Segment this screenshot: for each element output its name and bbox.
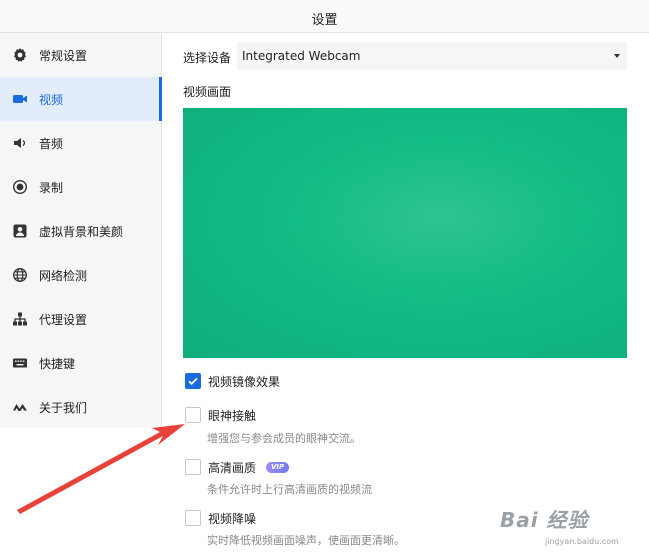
sidebar-item-label: 常规设置	[39, 48, 88, 63]
portrait-icon	[12, 223, 28, 239]
hd-quality-option[interactable]: 高清画质 VIP	[185, 459, 290, 475]
camera-device-select[interactable]: Integrated Webcam	[237, 42, 627, 70]
mirror-video-checkbox[interactable]	[185, 373, 201, 389]
checkmark-icon	[188, 377, 198, 386]
video-preview-label: 视频画面	[183, 85, 232, 99]
video-denoise-option[interactable]: 视频降噪	[185, 510, 256, 526]
sidebar-item-label: 快捷键	[39, 356, 76, 371]
sidebar-item-label: 网络检测	[39, 268, 88, 283]
eye-contact-description: 增强您与参会成员的眼神交流。	[207, 432, 361, 445]
sidebar-item-label: 录制	[39, 180, 64, 195]
watermark-url: jingyan.baidu.com	[545, 537, 619, 546]
sidebar-item-record[interactable]: 录制	[0, 165, 162, 209]
eye-contact-option[interactable]: 眼神接触	[185, 407, 256, 423]
speaker-icon	[12, 135, 28, 151]
video-denoise-description: 实时降低视频画面噪声，使画面更清晰。	[207, 534, 405, 547]
sidebar-item-label: 音频	[39, 136, 64, 151]
device-select-label: 选择设备	[183, 51, 232, 65]
globe-icon	[12, 267, 28, 283]
sidebar-item-label: 关于我们	[39, 400, 88, 415]
gear-icon	[12, 47, 28, 63]
dropdown-arrow-icon	[614, 54, 620, 58]
selected-camera-value: Integrated Webcam	[242, 49, 361, 63]
hd-quality-description: 条件允许时上行高清画质的视频流	[207, 483, 372, 496]
video-settings-panel: 选择设备 Integrated Webcam 视频画面 视频镜像效果 眼神接触 …	[163, 33, 649, 558]
keyboard-icon	[12, 355, 28, 371]
video-denoise-label: 视频降噪	[208, 511, 257, 526]
sidebar-item-network-check[interactable]: 网络检测	[0, 253, 162, 297]
sidebar-item-proxy[interactable]: 代理设置	[0, 297, 162, 341]
sidebar-item-virtual-background[interactable]: 虚拟背景和美颜	[0, 209, 162, 253]
video-preview	[183, 108, 627, 358]
network-tree-icon	[12, 311, 28, 327]
sidebar-item-shortcuts[interactable]: 快捷键	[0, 341, 162, 385]
video-camera-icon	[12, 91, 28, 107]
eye-contact-label: 眼神接触	[208, 408, 257, 423]
sidebar-item-video[interactable]: 视频	[0, 77, 162, 121]
mirror-video-label: 视频镜像效果	[208, 374, 281, 389]
mirror-video-option[interactable]: 视频镜像效果	[185, 373, 280, 389]
sidebar-item-about[interactable]: 关于我们	[0, 385, 162, 429]
hd-quality-checkbox[interactable]	[185, 459, 201, 475]
tencent-meeting-logo-icon	[12, 399, 28, 415]
sidebar-item-audio[interactable]: 音频	[0, 121, 162, 165]
sidebar-item-label: 虚拟背景和美颜	[39, 224, 124, 239]
vip-badge: VIP	[266, 461, 290, 473]
watermark-logo: Bai 经验	[500, 508, 589, 532]
sidebar-item-label: 代理设置	[39, 312, 88, 327]
sidebar-item-label: 视频	[39, 92, 64, 107]
title-bar: 设置	[0, 0, 649, 33]
hd-quality-label: 高清画质	[208, 460, 257, 475]
eye-contact-checkbox[interactable]	[185, 407, 201, 423]
record-icon	[12, 179, 28, 195]
sidebar-item-general[interactable]: 常规设置	[0, 33, 162, 77]
settings-sidebar: 常规设置 视频 音频 录制 虚拟背景和美颜 网络检测 代理设置 快捷键 关于我们	[0, 33, 162, 428]
window-title: 设置	[311, 13, 338, 28]
video-denoise-checkbox[interactable]	[185, 510, 201, 526]
